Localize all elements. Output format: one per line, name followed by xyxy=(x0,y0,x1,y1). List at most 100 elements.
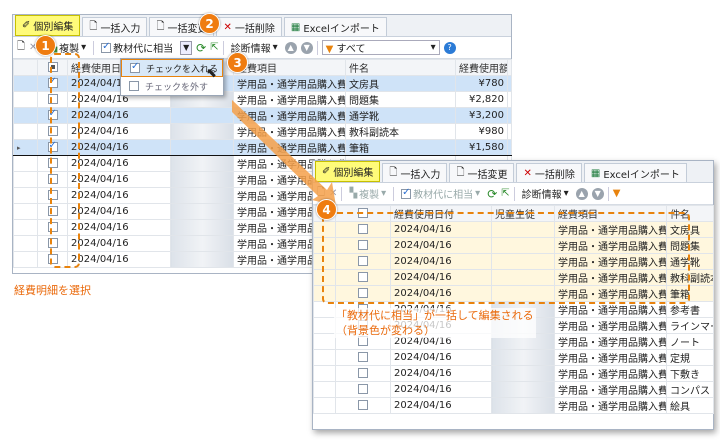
arrow-up-icon[interactable]: ▲ xyxy=(575,187,588,200)
new-icon[interactable]: 🗋 xyxy=(17,39,25,56)
tab-individual-edit[interactable]: ✐ 個別編集 xyxy=(15,15,81,36)
arrow-down-icon[interactable]: ▼ xyxy=(300,41,313,54)
header-round[interactable] xyxy=(507,59,512,76)
cell-date[interactable]: 2024/04/16 xyxy=(67,171,171,188)
cell-date[interactable]: 2024/04/16 xyxy=(67,139,171,156)
cell-round[interactable]: 第1回 (R06/07/25) xyxy=(507,107,512,124)
table-row[interactable]: 2024/04/16■■■■学用品・通学用品購入費定規 xyxy=(313,349,714,366)
cell-item[interactable]: 学用品・通学用品購入費 xyxy=(554,333,667,350)
row-checkbox[interactable] xyxy=(335,365,391,382)
cell-date[interactable]: 2024/04/16 xyxy=(390,397,492,414)
header-amount[interactable]: 経費使用額 xyxy=(455,59,508,76)
cell-date[interactable]: 2024/04/16 xyxy=(390,365,492,382)
cell-round[interactable]: 第1回 (R06/07/25) xyxy=(507,139,512,156)
refresh-icon[interactable]: ⟳ xyxy=(487,187,497,201)
cell-date[interactable]: 2024/04/16 xyxy=(67,187,171,204)
cell-item[interactable]: 学用品・通学用品購入費 xyxy=(554,365,667,382)
cell-student[interactable]: ■■■■ xyxy=(491,365,555,382)
export-icon[interactable]: ⇱ xyxy=(501,188,509,199)
tab-bulk-input[interactable]: 🗋 一括入力 xyxy=(382,163,448,182)
cell-student[interactable]: ■■■■ xyxy=(170,155,234,172)
cell-amount[interactable]: ¥2,820 xyxy=(455,91,508,108)
document-icon: 🗋 xyxy=(389,166,398,178)
cell-round[interactable]: 第1回 (R06/07/25) xyxy=(507,91,512,108)
cell-subject[interactable]: 問題集 xyxy=(345,91,456,108)
cell-date[interactable]: 2024/04/16 xyxy=(390,349,492,366)
row-gutter xyxy=(13,171,38,188)
cell-student[interactable]: ■■■■ xyxy=(170,139,234,156)
cell-item[interactable]: 学用品・通学用品購入費 xyxy=(554,317,667,334)
cell-subject[interactable]: 絵具 xyxy=(666,397,714,414)
table-row[interactable]: 2024/04/16■■■■学用品・通学用品購入費下敷き xyxy=(313,365,714,382)
cell-student[interactable]: ■■■■ xyxy=(170,187,234,204)
cell-subject[interactable]: 教科副読本 xyxy=(345,123,456,140)
cell-student[interactable]: ■■■■ xyxy=(170,107,234,124)
cell-amount[interactable]: ¥1,580 xyxy=(455,139,508,156)
cell-subject[interactable]: 筆箱 xyxy=(345,139,456,156)
filter-value: すべて xyxy=(336,44,366,55)
row-checkbox[interactable] xyxy=(335,381,391,398)
filter-select[interactable]: ▼ すべて ▾ xyxy=(321,40,440,55)
cell-student[interactable]: ■■■■ xyxy=(170,171,234,188)
cell-amount[interactable]: ¥3,200 xyxy=(455,107,508,124)
copy-button[interactable]: ▚複製 ▾ xyxy=(346,185,389,202)
header-subject[interactable]: 件名 xyxy=(345,59,456,76)
export-icon[interactable]: ⇱ xyxy=(210,42,218,53)
cell-date[interactable]: 2024/04/16 xyxy=(67,107,171,124)
cell-student[interactable]: ■■■■ xyxy=(170,251,234,268)
cell-date[interactable]: 2024/04/16 xyxy=(67,203,171,220)
tab-bulk-delete[interactable]: ✕ 一括削除 xyxy=(216,17,282,36)
cell-date[interactable]: 2024/04/16 xyxy=(67,235,171,252)
row-checkbox[interactable] xyxy=(335,397,391,414)
cell-date[interactable]: 2024/04/16 xyxy=(67,251,171,268)
table-row[interactable]: 2024/04/16■■■■学用品・通学用品購入費コンパス xyxy=(313,381,714,398)
filter-icon[interactable]: ▼ xyxy=(613,188,621,199)
kyozai-check-button[interactable]: 教材代に相当 xyxy=(98,39,176,56)
row-checkbox[interactable] xyxy=(335,349,391,366)
diag-label: 診断情報 xyxy=(521,190,562,201)
cell-item[interactable]: 学用品・通学用品購入費 xyxy=(554,397,667,414)
cell-date[interactable]: 2024/04/16 xyxy=(67,123,171,140)
tab-bulk-delete[interactable]: ✕ 一括削除 xyxy=(516,163,582,182)
document-icon: 🗋 xyxy=(89,20,98,32)
cell-date[interactable]: 2024/04/16 xyxy=(390,381,492,398)
cell-amount[interactable]: ¥980 xyxy=(455,123,508,140)
tab-excel-import[interactable]: ▦ Excelインポート xyxy=(583,163,687,182)
cell-student[interactable]: ■■■■ xyxy=(491,397,555,414)
cell-item[interactable]: 学用品・通学用品購入費 xyxy=(554,381,667,398)
tab-bulk-change[interactable]: 🗋 一括変更 xyxy=(449,163,515,182)
cell-student[interactable]: ■■■■ xyxy=(170,123,234,140)
cell-student[interactable]: ■■■■ xyxy=(491,349,555,366)
row-gutter xyxy=(13,155,38,172)
table-row[interactable]: 2024/04/16■■■■学用品・通学用品購入費絵具 xyxy=(313,397,714,414)
cell-date[interactable]: 2024/04/16 xyxy=(67,155,171,172)
cell-round[interactable]: 第1回 (R06/07/25) xyxy=(507,123,512,140)
cell-item[interactable]: 学用品・通学用品購入費 xyxy=(233,75,346,92)
cell-student[interactable]: ■■■■ xyxy=(170,203,234,220)
cell-subject[interactable]: コンパス xyxy=(666,381,714,398)
cell-student[interactable]: ■■■■ xyxy=(170,219,234,236)
cell-subject[interactable]: ラインマーカー xyxy=(666,317,714,334)
tab-bulk-input[interactable]: 🗋 一括入力 xyxy=(82,17,148,36)
cell-subject[interactable]: 通学靴 xyxy=(345,107,456,124)
help-icon[interactable]: ? xyxy=(443,41,456,54)
arrow-down-icon[interactable]: ▼ xyxy=(591,187,604,200)
table-row[interactable]: 2024/04/16■■■■学用品・通学用品購入費文房具¥780第1回 (R06… xyxy=(13,75,512,92)
cell-item[interactable]: 学用品・通学用品購入費 xyxy=(554,349,667,366)
diag-button[interactable]: 診断情報 ▾ xyxy=(519,185,572,202)
cell-subject[interactable]: 文房具 xyxy=(345,75,456,92)
cell-date[interactable]: 2024/04/16 xyxy=(67,219,171,236)
cell-subject[interactable]: 定規 xyxy=(666,349,714,366)
kyozai-dropdown-arrow[interactable]: ▼ xyxy=(180,40,193,55)
cell-student[interactable]: ■■■■ xyxy=(491,381,555,398)
header-item[interactable]: 経費項目 xyxy=(233,59,346,76)
cell-round[interactable]: 第1回 (R06/07/25) xyxy=(507,75,512,92)
arrow-up-icon[interactable]: ▲ xyxy=(284,41,297,54)
cell-subject[interactable]: ノート xyxy=(666,333,714,350)
cell-subject[interactable]: 下敷き xyxy=(666,365,714,382)
kyozai-check-button[interactable]: 教材代に相当 ▾ xyxy=(398,185,483,202)
tab-excel-import[interactable]: ▦ Excelインポート xyxy=(283,17,387,36)
cell-student[interactable]: ■■■■ xyxy=(170,235,234,252)
cell-amount[interactable]: ¥780 xyxy=(455,75,508,92)
refresh-icon[interactable]: ⟳ xyxy=(196,41,206,55)
